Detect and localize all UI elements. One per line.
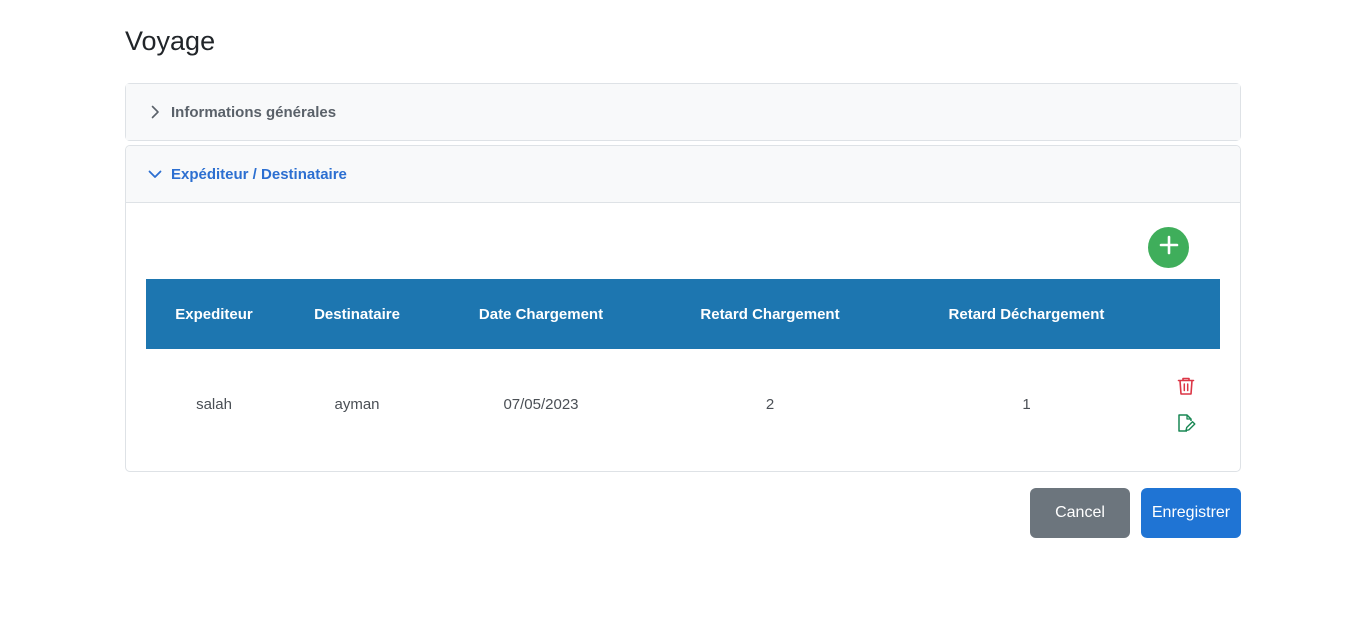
cell-destinataire: ayman [334, 395, 380, 413]
cell-actions [1163, 349, 1220, 459]
column-header-destinataire: Destinataire [314, 305, 400, 323]
accordion-label: Expéditeur / Destinataire [171, 165, 347, 183]
table-header-row: Expediteur Destinataire Date Chargement … [146, 279, 1220, 349]
plus-icon [1158, 234, 1180, 261]
cell-date-chargement: 07/05/2023 [503, 395, 579, 413]
accordion-label: Informations générales [171, 103, 337, 121]
accordion-expediteur-destinataire: Expéditeur / Destinataire Expediteur Des… [125, 145, 1241, 472]
add-button[interactable] [1148, 227, 1189, 268]
column-header-retard-dechargement: Retard Déchargement [948, 305, 1105, 323]
column-header-retard-chargement: Retard Chargement [700, 305, 840, 323]
table-row: salah ayman 07/05/2023 2 1 [146, 349, 1220, 459]
expediteur-table: Expediteur Destinataire Date Chargement … [146, 279, 1220, 459]
save-button[interactable]: Enregistrer [1141, 488, 1241, 538]
accordion-header-expediteur-destinataire[interactable]: Expéditeur / Destinataire [126, 146, 1240, 203]
edit-icon[interactable] [1175, 412, 1197, 434]
column-header-actions [1163, 279, 1220, 349]
chevron-down-icon [146, 165, 164, 183]
chevron-right-icon [146, 103, 164, 121]
cell-retard-chargement: 2 [765, 395, 775, 413]
column-header-expediteur: Expediteur [175, 305, 253, 323]
page-title: Voyage [125, 26, 216, 56]
cancel-button[interactable]: Cancel [1030, 488, 1130, 538]
accordion-header-informations-generales[interactable]: Informations générales [126, 84, 1240, 140]
trash-icon[interactable] [1175, 375, 1197, 397]
cell-expediteur: salah [196, 395, 232, 413]
cell-retard-dechargement: 1 [1022, 395, 1031, 413]
column-header-date-chargement: Date Chargement [478, 305, 604, 323]
accordion-informations-generales: Informations générales [125, 83, 1241, 141]
